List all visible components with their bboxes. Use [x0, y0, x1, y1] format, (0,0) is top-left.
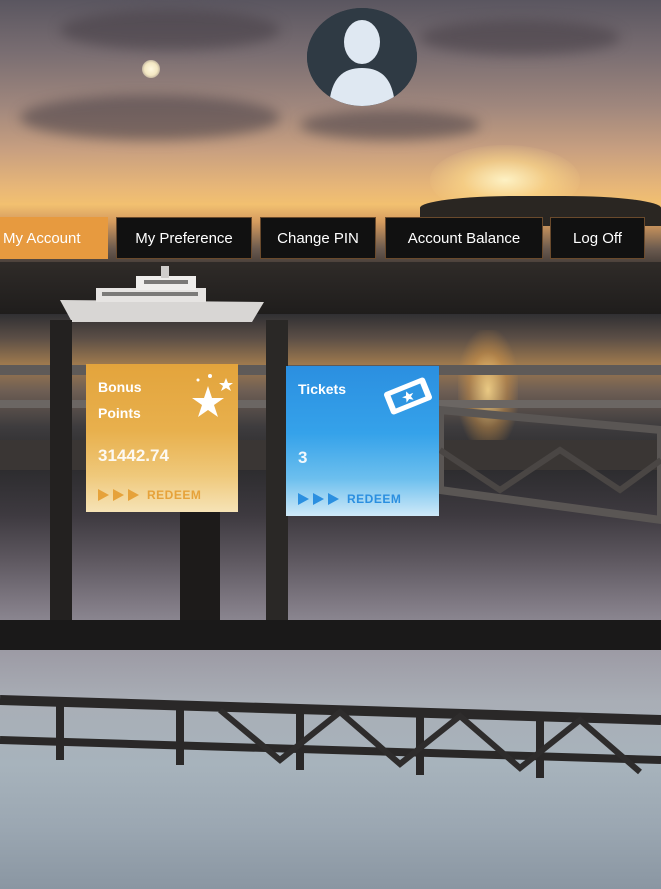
tickets-value: 3 — [298, 448, 308, 467]
arrow-right-icon — [113, 489, 124, 501]
bonus-redeem-button[interactable]: REDEEM — [98, 488, 201, 502]
arrow-right-icon — [98, 489, 109, 501]
tab-label: Change PIN — [277, 229, 359, 247]
tab-my-preference[interactable]: My Preference — [116, 217, 252, 259]
cloud — [300, 110, 480, 140]
redeem-label: REDEEM — [347, 492, 402, 506]
ticket-icon — [384, 377, 432, 415]
arrow-right-icon — [313, 493, 324, 505]
cloud — [60, 10, 280, 50]
star-icon — [192, 374, 233, 417]
moon — [142, 60, 160, 78]
tab-label: Account Balance — [407, 229, 521, 247]
tab-label: My Account — [3, 229, 81, 247]
tab-change-pin[interactable]: Change PIN — [260, 217, 376, 259]
cloud — [20, 95, 280, 140]
tab-account-balance[interactable]: Account Balance — [385, 217, 543, 259]
bonus-points-tile[interactable]: Bonus Points 31442.74 REDEEM — [86, 364, 238, 512]
cloud — [420, 20, 620, 55]
arrow-right-icon — [328, 493, 339, 505]
tab-my-account[interactable]: My Account — [0, 217, 108, 259]
tab-label: Log Off — [573, 229, 622, 247]
profile-avatar[interactable] — [307, 8, 417, 106]
arrow-right-icon — [298, 493, 309, 505]
tab-label: My Preference — [135, 229, 233, 247]
bonus-points-value: 31442.74 — [98, 446, 169, 465]
tab-log-off[interactable]: Log Off — [550, 217, 645, 259]
user-silhouette-icon — [307, 8, 417, 106]
tickets-tile[interactable]: Tickets 3 REDEEM — [286, 366, 439, 516]
tickets-redeem-button[interactable]: REDEEM — [298, 492, 401, 506]
arrow-right-icon — [128, 489, 139, 501]
redeem-label: REDEEM — [147, 488, 202, 502]
